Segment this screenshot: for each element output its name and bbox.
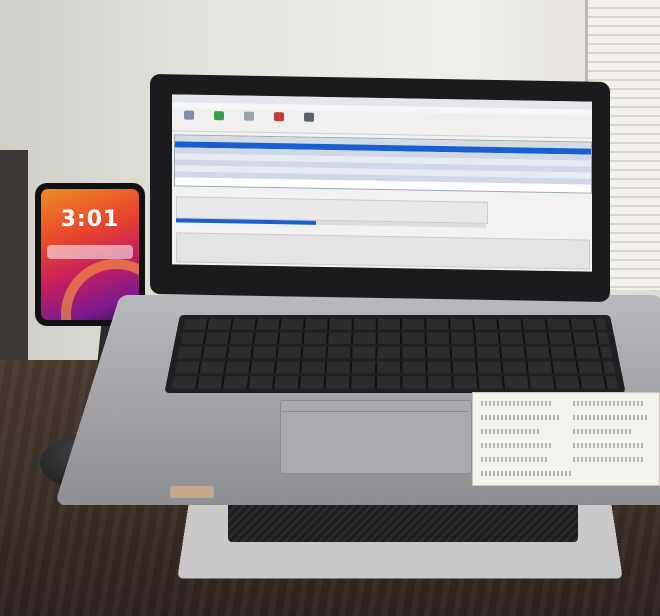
toolbar-button[interactable] (206, 111, 232, 129)
key-row (180, 332, 610, 344)
phone-notification (47, 245, 133, 259)
sticker-line (481, 415, 561, 420)
dark-shelf (0, 150, 28, 380)
sticker-line (481, 401, 551, 406)
document-icon (184, 110, 194, 120)
toolbar-button[interactable] (296, 112, 322, 130)
sticker-line (481, 443, 553, 448)
sticker-line (573, 415, 649, 420)
sticker-line (481, 429, 541, 434)
grid-icon (304, 112, 314, 122)
side-links (492, 195, 582, 197)
log-label (176, 226, 376, 229)
key-row (177, 346, 613, 359)
key-row (183, 318, 607, 330)
sticker-line (573, 457, 645, 462)
sticker-line (481, 457, 547, 462)
sticker-line (573, 443, 643, 448)
laptop-foot (170, 486, 214, 498)
key-row (171, 376, 619, 389)
form-icon (244, 111, 254, 121)
phone-clock: 3:01 (60, 207, 120, 232)
toolbar-button[interactable] (176, 110, 202, 128)
laptop-screen (172, 94, 592, 272)
sticker-line (573, 401, 643, 406)
printed-sticker (472, 392, 660, 486)
data-grid (174, 134, 592, 194)
log-panel (176, 232, 590, 270)
photo-scene: 3:01 (0, 0, 660, 616)
toolbar-button[interactable] (266, 112, 292, 130)
laptop-keyboard (164, 315, 626, 393)
hat-icon (274, 112, 284, 122)
arrow-icon (214, 111, 224, 121)
sticker-line (481, 471, 571, 476)
key-row (174, 361, 616, 374)
toolbar-button[interactable] (236, 111, 262, 129)
touchpad-buttons (282, 402, 468, 412)
sticker-line (573, 429, 633, 434)
